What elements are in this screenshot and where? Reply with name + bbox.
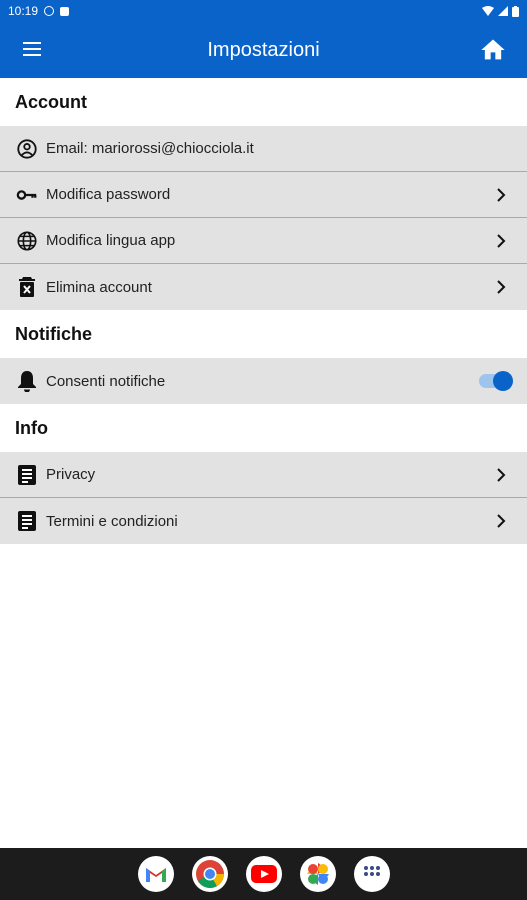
settings-list: Account Email: mariorossi@chiocciola.it … xyxy=(0,78,527,544)
menu-icon-line xyxy=(23,54,41,56)
delete-account-row[interactable]: Elimina account xyxy=(0,264,527,310)
menu-button[interactable] xyxy=(20,38,44,62)
document-icon xyxy=(16,464,38,486)
home-button[interactable] xyxy=(479,36,507,64)
delete-icon xyxy=(16,276,38,298)
section-title-info: Info xyxy=(0,404,527,452)
chevron-right-icon xyxy=(487,276,515,298)
app-bar: Impostazioni xyxy=(0,22,527,78)
sync-icon xyxy=(44,6,55,16)
change-password-row[interactable]: Modifica password xyxy=(0,172,527,218)
email-label: Email: mariorossi@chiocciola.it xyxy=(46,140,254,157)
allow-notifications-label: Consenti notifiche xyxy=(46,372,166,390)
change-language-label: Modifica lingua app xyxy=(46,232,176,249)
signal-icon xyxy=(498,6,508,16)
wifi-icon xyxy=(482,6,494,16)
change-password-label: Modifica password xyxy=(46,186,171,203)
notifications-toggle[interactable] xyxy=(479,371,513,391)
bell-icon xyxy=(16,370,38,392)
section-title-account: Account xyxy=(0,78,527,126)
info-group: Privacy Termini e condizioni xyxy=(0,452,527,544)
page-title: Impostazioni xyxy=(207,38,320,61)
change-language-row[interactable]: Modifica lingua app xyxy=(0,218,527,264)
privacy-label: Privacy xyxy=(46,466,96,483)
privacy-row[interactable]: Privacy xyxy=(0,452,527,498)
email-row: Email: mariorossi@chiocciola.it xyxy=(0,126,527,172)
menu-icon-line xyxy=(23,42,41,44)
chevron-right-icon xyxy=(487,464,515,486)
chrome-icon[interactable] xyxy=(191,856,228,892)
globe-icon xyxy=(16,230,38,252)
account-circle-icon xyxy=(16,138,38,160)
account-group: Email: mariorossi@chiocciola.it Modifica… xyxy=(0,126,527,310)
system-dock xyxy=(0,848,527,900)
allow-notifications-row: Consenti notifiche xyxy=(0,358,527,404)
status-bar: 10:19 xyxy=(0,0,527,22)
document-icon xyxy=(16,510,38,532)
youtube-icon[interactable] xyxy=(245,856,282,892)
toggle-knob xyxy=(493,371,513,391)
chevron-right-icon xyxy=(487,510,515,532)
status-time: 10:19 xyxy=(8,4,39,18)
home-icon xyxy=(481,39,505,60)
terms-row[interactable]: Termini e condizioni xyxy=(0,498,527,544)
app-drawer-icon[interactable] xyxy=(353,856,390,892)
battery-icon xyxy=(512,5,519,17)
section-title-notifications: Notifiche xyxy=(0,310,527,358)
chevron-right-icon xyxy=(487,230,515,252)
chevron-right-icon xyxy=(487,184,515,206)
gmail-icon[interactable] xyxy=(137,856,174,892)
menu-icon-line xyxy=(23,48,41,50)
terms-label: Termini e condizioni xyxy=(46,512,178,530)
photos-icon[interactable] xyxy=(299,856,336,892)
notification-icon xyxy=(60,6,70,16)
notifications-group: Consenti notifiche xyxy=(0,358,527,404)
key-icon xyxy=(16,184,38,206)
delete-account-label: Elimina account xyxy=(46,278,152,296)
